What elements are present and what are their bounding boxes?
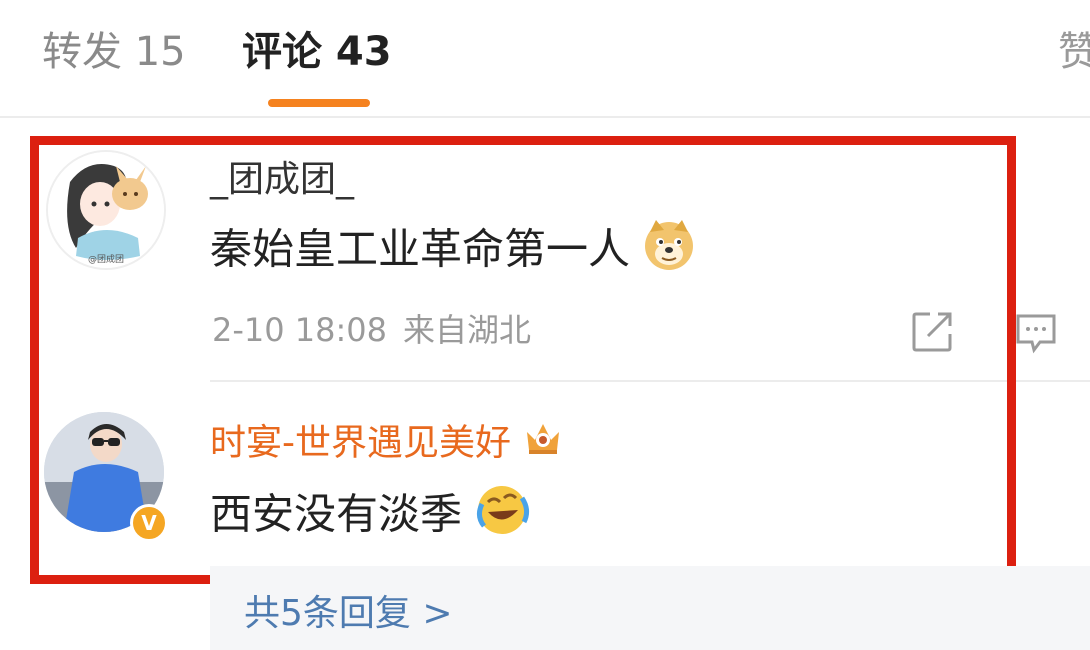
active-tab-indicator xyxy=(268,99,370,107)
view-replies-link[interactable]: 共5条回复 > xyxy=(244,590,453,638)
highlight-box xyxy=(30,136,1016,584)
tab-bar: 转发 15 评论 43 赞 xyxy=(0,0,1090,118)
tab-likes[interactable]: 赞 xyxy=(1058,26,1090,78)
comment-icon[interactable] xyxy=(1014,310,1058,354)
tab-repost[interactable]: 转发 15 xyxy=(42,26,186,78)
tab-comments[interactable]: 评论 43 xyxy=(242,26,392,78)
